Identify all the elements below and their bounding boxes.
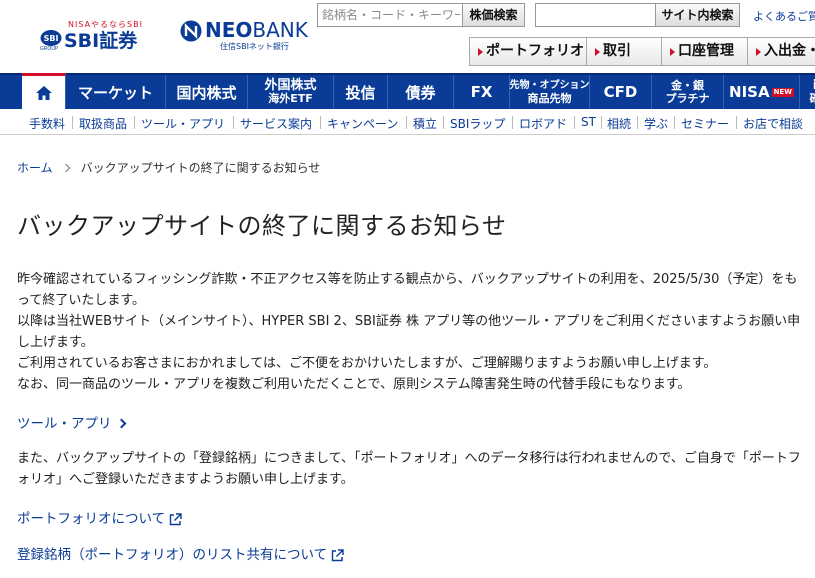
stock-search-input[interactable] xyxy=(318,4,464,26)
subnav-divider xyxy=(134,116,135,129)
new-badge: NEW xyxy=(771,87,794,97)
subnav-item-inheritance[interactable]: 相続 xyxy=(607,115,631,132)
sbi-mark-icon: SBI xyxy=(40,30,62,46)
subnav-item-st[interactable]: ST xyxy=(581,115,596,129)
triangle-right-icon xyxy=(478,48,483,56)
notice-paragraph: 昨今確認されているフィッシング詐欺・不正アクセス等を防止する観点から、バックアッ… xyxy=(17,269,802,395)
subnav-divider xyxy=(512,116,513,129)
subnav-divider xyxy=(406,116,407,129)
subnav-item-seminar[interactable]: セミナー xyxy=(681,115,729,132)
notice-line: ご利用されているお客さまにおかれましては、ご不便をおかけいたしますが、ご理解賜り… xyxy=(17,356,717,371)
nav-fx[interactable]: FX xyxy=(454,75,510,109)
subnav-item-campaign[interactable]: キャンペーン xyxy=(327,115,398,132)
triangle-right-icon xyxy=(595,48,600,56)
global-nav: マーケット 国内株式 外国株式 海外ETF 投信 債券 FX 先物・オプション … xyxy=(0,73,815,109)
triangle-right-icon xyxy=(670,48,675,56)
subnav-divider xyxy=(674,116,675,129)
list-share-link[interactable]: 登録銘柄（ポートフォリオ）のリスト共有について xyxy=(17,543,344,563)
subnav-divider xyxy=(320,116,321,129)
chevron-right-icon xyxy=(116,418,126,428)
nav-investment-trusts[interactable]: 投信 xyxy=(334,75,388,109)
nav-home[interactable] xyxy=(22,73,66,109)
account-button[interactable]: 口座管理 xyxy=(661,37,748,66)
subnav-item-products[interactable]: 取扱商品 xyxy=(79,115,127,132)
nav-cfd[interactable]: CFD xyxy=(590,75,652,109)
subnav-divider xyxy=(637,116,638,129)
subnav-item-accumulation[interactable]: 積立 xyxy=(413,115,437,132)
sub-nav: 手数料 取扱商品 ツール・アプリ サービス案内 キャンペーン 積立 SBIラップ… xyxy=(0,109,815,135)
tools-apps-link-label: ツール・アプリ xyxy=(17,416,112,432)
subnav-divider xyxy=(601,116,602,129)
site-search-input[interactable] xyxy=(536,4,656,26)
notice-line: 昨今確認されているフィッシング詐欺・不正アクセス等を防止する観点から、バックアッ… xyxy=(17,272,798,308)
site-header: NISAやるならSBI SBI SBI証券 GROUP NEOBANK 住信SB… xyxy=(0,0,815,73)
neobank-wordmark: NEOBANK xyxy=(205,18,308,42)
deposit-button-label: 入出金・ xyxy=(764,43,815,59)
subnav-item-robo-advisor[interactable]: ロボアド xyxy=(519,115,567,132)
neobank-subtitle: 住信SBIネット銀行 xyxy=(220,42,289,51)
subnav-divider xyxy=(72,116,73,129)
breadcrumb-home[interactable]: ホーム xyxy=(17,161,53,175)
svg-text:SBI: SBI xyxy=(44,34,59,43)
trade-button[interactable]: 取引 xyxy=(586,37,662,66)
stock-search-box: 株価検索 xyxy=(317,3,525,27)
external-link-icon xyxy=(169,512,182,525)
nav-ideco[interactable]: i 確 xyxy=(800,75,815,109)
chevron-right-icon xyxy=(61,163,70,173)
quick-action-bar: ポートフォリオ 取引 口座管理 入出金・ xyxy=(469,37,815,66)
subnav-divider xyxy=(736,116,737,129)
nav-market[interactable]: マーケット xyxy=(66,75,166,109)
portfolio-button-label: ポートフォリオ xyxy=(486,43,584,59)
nav-domestic-stocks[interactable]: 国内株式 xyxy=(166,75,248,109)
sbi-name: SBI証券 xyxy=(64,30,138,52)
subnav-divider xyxy=(233,116,234,129)
nav-nisa[interactable]: NISA NEW xyxy=(724,75,800,109)
site-search-box: サイト内検索 xyxy=(535,3,740,27)
neobank-logo[interactable]: NEOBANK 住信SBIネット銀行 xyxy=(180,18,308,54)
neobank-mark-icon xyxy=(180,20,202,42)
list-share-link-label: 登録銘柄（ポートフォリオ）のリスト共有について xyxy=(17,547,328,563)
breadcrumb: ホーム バックアップサイトの終了に関するお知らせ xyxy=(17,159,320,176)
home-icon xyxy=(35,85,52,100)
registration-paragraph: また、バックアップサイトの「登録銘柄」につきまして、「ポートフォリオ」へのデータ… xyxy=(17,451,801,487)
notice-line: なお、同一商品のツール・アプリを複数ご利用いただくことで、原則システム障害発生時… xyxy=(17,377,691,392)
nav-futures-options[interactable]: 先物・オプション 商品先物 xyxy=(510,75,590,109)
subnav-item-sbi-wrap[interactable]: SBIラップ xyxy=(450,115,505,132)
nav-foreign-stocks[interactable]: 外国株式 海外ETF xyxy=(248,75,334,109)
subnav-item-learn[interactable]: 学ぶ xyxy=(644,115,668,132)
triangle-right-icon xyxy=(756,48,761,56)
deposit-button[interactable]: 入出金・ xyxy=(747,37,815,66)
tools-apps-link[interactable]: ツール・アプリ xyxy=(17,412,126,432)
account-button-label: 口座管理 xyxy=(678,43,734,59)
site-search-button[interactable]: サイト内検索 xyxy=(655,4,739,26)
sbi-group-label: GROUP xyxy=(40,46,58,52)
nav-gold-silver[interactable]: 金・銀 プラチナ xyxy=(652,75,724,109)
sbi-securities-logo[interactable]: NISAやるならSBI SBI SBI証券 GROUP xyxy=(40,19,150,52)
subnav-divider xyxy=(443,116,444,129)
subnav-item-store-consult[interactable]: お店で相談 xyxy=(743,115,803,132)
portfolio-info-link-label: ポートフォリオについて xyxy=(17,511,166,527)
subnav-item-fees[interactable]: 手数料 xyxy=(29,115,65,132)
faq-link[interactable]: よくあるご質 xyxy=(753,8,815,24)
portfolio-button[interactable]: ポートフォリオ xyxy=(469,37,587,66)
subnav-item-tools[interactable]: ツール・アプリ xyxy=(141,115,225,132)
subnav-divider xyxy=(574,116,575,129)
notice-line: 以降は当社WEBサイト（メインサイト）、HYPER SBI 2、SBI証券 株 … xyxy=(17,314,801,350)
external-link-icon xyxy=(331,548,344,561)
nav-bonds[interactable]: 債券 xyxy=(388,75,454,109)
trade-button-label: 取引 xyxy=(603,43,631,59)
stock-search-button[interactable]: 株価検索 xyxy=(462,4,524,26)
subnav-item-services[interactable]: サービス案内 xyxy=(240,115,312,132)
breadcrumb-current: バックアップサイトの終了に関するお知らせ xyxy=(80,161,321,175)
portfolio-info-link[interactable]: ポートフォリオについて xyxy=(17,507,182,527)
page-title: バックアップサイトの終了に関するお知らせ xyxy=(17,212,507,240)
